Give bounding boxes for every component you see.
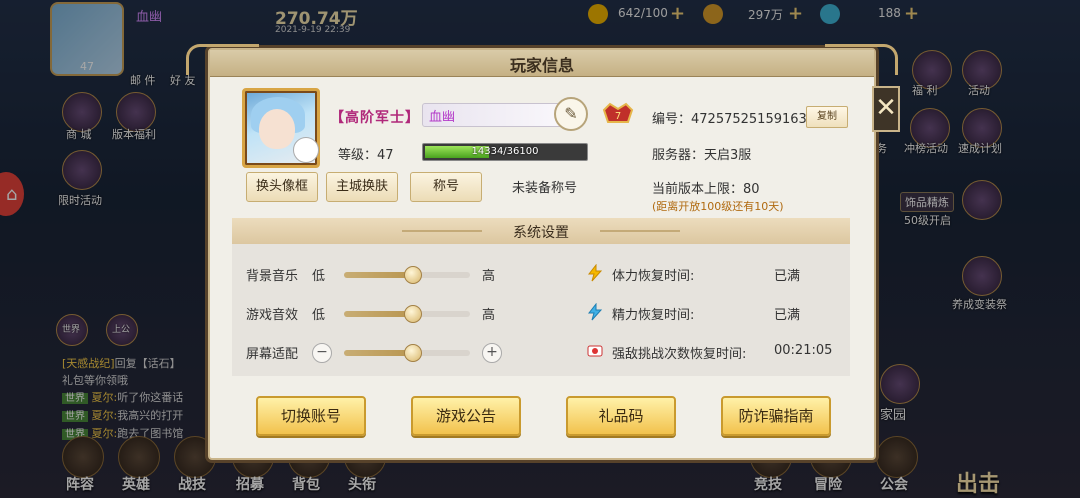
challenge-recover-value: 00:21:05 (774, 343, 833, 358)
level-label: 等级：47 (338, 148, 394, 163)
system-settings-header: 系统设置 (232, 218, 850, 244)
challenge-recover-label: 强敌挑战次数恢复时间: (612, 347, 747, 362)
portrait-pet (293, 137, 319, 163)
screen-increase-button[interactable]: + (482, 343, 502, 363)
player-name-field: 血幽 (422, 103, 562, 127)
gift-code-button[interactable]: 礼品码 (566, 396, 676, 436)
screen-fit-label: 屏幕适配 (246, 347, 299, 362)
change-frame-button[interactable]: 换头像框 (246, 172, 318, 202)
server-info: 服务器：天启3服 (652, 148, 752, 163)
vip-level: 7 (615, 111, 621, 122)
system-settings-title: 系统设置 (513, 225, 569, 241)
level-cap: 当前版本上限：80 (652, 182, 760, 197)
close-button[interactable]: ✕ (872, 86, 900, 132)
screen-slider-fill (344, 350, 413, 356)
bgm-label: 背景音乐 (246, 269, 299, 284)
player-portrait[interactable] (242, 88, 320, 168)
switch-account-button[interactable]: 切换账号 (256, 396, 366, 436)
bgm-high-label: 高 (482, 269, 496, 284)
anti-fraud-button[interactable]: 防诈骗指南 (721, 396, 831, 436)
screen-decrease-button[interactable]: − (312, 343, 332, 363)
header-deco-right (600, 230, 680, 232)
edit-name-button[interactable]: ✎ (554, 97, 588, 131)
sfx-slider[interactable] (344, 305, 470, 323)
energy-recover-label: 精力恢复时间: (612, 308, 695, 323)
bgm-slider[interactable] (344, 266, 470, 284)
exp-bar: 14334/36100 (422, 143, 588, 161)
crown-icon: 7 (602, 102, 634, 123)
no-title-text: 未装备称号 (512, 181, 578, 196)
stamina-recover-label: 体力恢复时间: (612, 269, 695, 284)
bgm-slider-fill (344, 272, 413, 278)
level-value: 47 (377, 148, 394, 163)
sfx-low-label: 低 (312, 308, 326, 323)
title-button[interactable]: 称号 (410, 172, 482, 202)
player-id: 编号：47257525159163 (652, 112, 807, 127)
screen-slider-knob[interactable] (404, 344, 423, 362)
bgm-low-label: 低 (312, 269, 326, 284)
change-skin-button[interactable]: 主城换肤 (326, 172, 398, 202)
vip-badge: 7 (602, 100, 634, 124)
announcement-button[interactable]: 游戏公告 (411, 396, 521, 436)
bgm-slider-knob[interactable] (404, 266, 423, 284)
portrait-face (259, 109, 295, 149)
stamina-recover-value: 已满 (774, 269, 801, 284)
player-id-value: 47257525159163 (691, 112, 807, 127)
level-cap-note: (距离开放100级还有10天) (652, 200, 784, 213)
server-value: 天启3服 (704, 148, 752, 163)
stamina-lightning-icon (587, 264, 603, 282)
player-name: 血幽 (429, 110, 456, 125)
energy-lightning-icon (587, 303, 603, 321)
dialog-title-bar: 玩家信息 (186, 44, 898, 77)
sfx-slider-fill (344, 311, 413, 317)
challenge-ticket-icon (587, 345, 603, 357)
screen-fit-slider[interactable] (344, 344, 470, 362)
player-info-dialog: 玩家信息 【高阶军士】 血幽 ✎ 7 等级：47 14334/36100 换头像… (186, 44, 898, 460)
energy-recover-value: 已满 (774, 308, 801, 323)
sfx-slider-knob[interactable] (404, 305, 423, 323)
player-rank: 【高阶军士】 (330, 110, 420, 126)
level-cap-value: 80 (743, 182, 760, 197)
sfx-high-label: 高 (482, 308, 496, 323)
sfx-label: 游戏音效 (246, 308, 299, 323)
copy-id-button[interactable]: 复制 (806, 106, 848, 128)
exp-text: 14334/36100 (471, 146, 539, 157)
system-settings-panel: 系统设置 背景音乐 低 高 游戏音效 低 高 屏幕适配 − + 体力恢复时间: (232, 218, 850, 376)
pencil-icon: ✎ (564, 104, 578, 123)
dialog-title: 玩家信息 (509, 56, 574, 75)
